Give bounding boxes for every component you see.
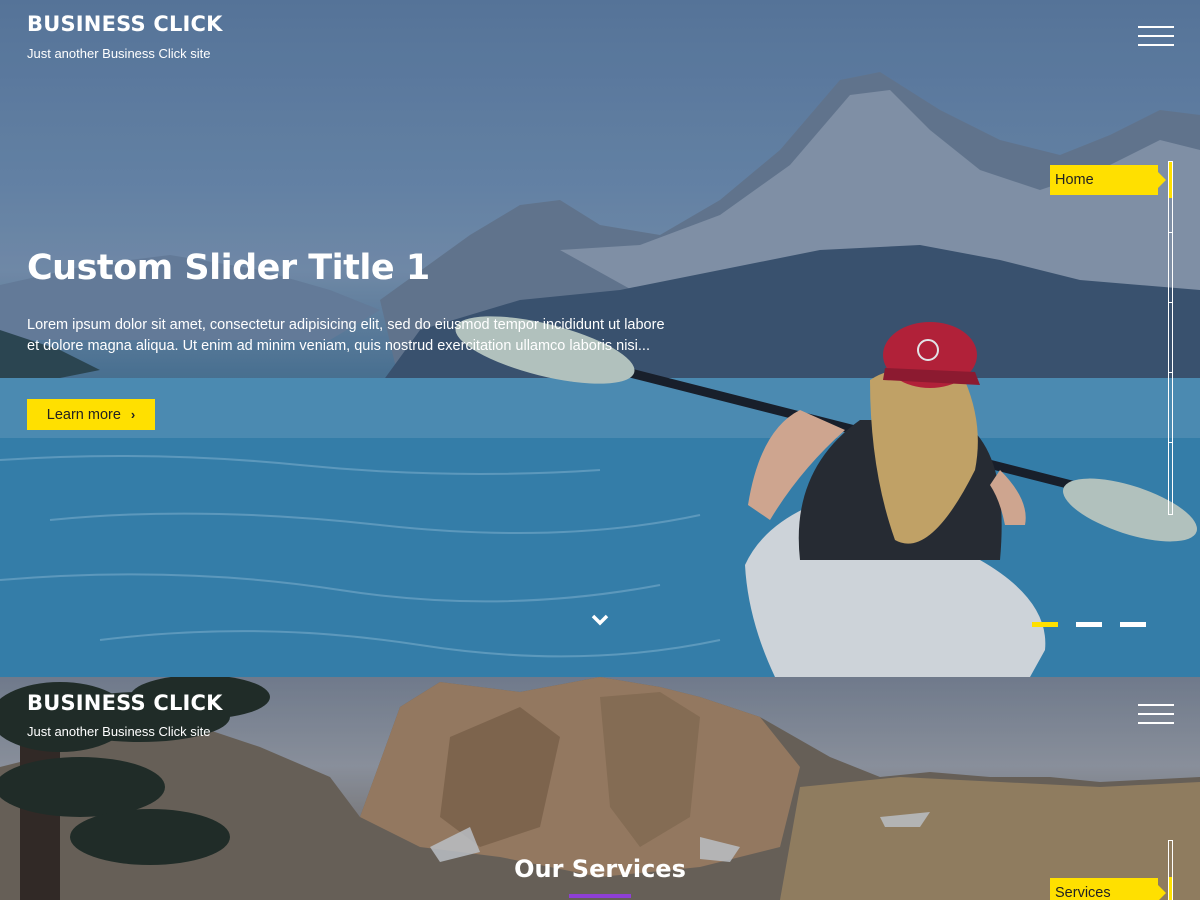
services-heading-underline (569, 894, 631, 898)
hamburger-menu-icon[interactable] (1138, 704, 1174, 726)
slider-pagination (1032, 622, 1146, 627)
side-nav-services[interactable]: Services (1050, 878, 1166, 900)
slide-description: Lorem ipsum dolor sit amet, consectetur … (27, 317, 665, 354)
hero-slider: BUSINESS CLICK Just another Business Cli… (0, 0, 1200, 677)
services-section: BUSINESS CLICK Just another Business Cli… (0, 677, 1200, 900)
site-tagline-sticky: Just another Business Click site (27, 724, 211, 739)
slide-dot-1[interactable] (1032, 622, 1058, 627)
services-heading: Our Services (514, 855, 686, 883)
learn-more-label: Learn more (46, 406, 121, 423)
site-title[interactable]: BUSINESS CLICK (27, 12, 223, 36)
section-progress-bar (1168, 161, 1173, 515)
section-progress-active (1169, 162, 1172, 198)
side-nav-home-label: Home (1055, 172, 1094, 188)
section-progress-active-services (1169, 877, 1172, 900)
chevron-right-icon: › (130, 407, 136, 422)
learn-more-button[interactable]: Learn more › (27, 399, 155, 430)
section-progress-bar-services (1168, 840, 1173, 900)
slide-dot-3[interactable] (1120, 622, 1146, 627)
slide-title: Custom Slider Title 1 (27, 248, 430, 288)
chevron-down-icon[interactable] (590, 612, 610, 628)
side-nav-home[interactable]: Home (1050, 165, 1166, 195)
site-title-sticky[interactable]: BUSINESS CLICK (27, 691, 223, 715)
hamburger-menu-icon[interactable] (1138, 26, 1174, 48)
slide-dot-2[interactable] (1076, 622, 1102, 627)
site-tagline: Just another Business Click site (27, 46, 211, 61)
side-nav-services-label: Services (1055, 885, 1111, 900)
